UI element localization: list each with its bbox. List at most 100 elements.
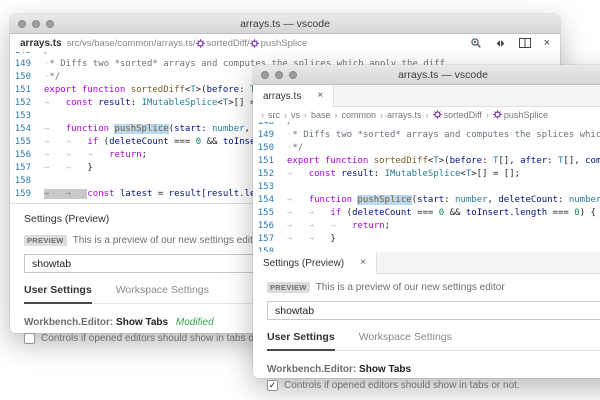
tab-user-settings[interactable]: User Settings: [267, 329, 335, 351]
breadcrumb-item[interactable]: common: [342, 110, 377, 120]
breadcrumb: › src › vs › base › common › arrays.ts ›…: [253, 107, 600, 122]
line-number: 156: [253, 220, 287, 233]
settings-tab-bar: Settings (Preview) ×: [253, 252, 600, 274]
settings-scope-tabs: User Settings Workspace Settings: [267, 329, 600, 351]
line-number: 150: [253, 142, 287, 155]
breadcrumb-item[interactable]: src: [268, 110, 280, 120]
code-line: 154→ function pushSplice(start: number, …: [253, 194, 600, 207]
settings-search-input[interactable]: showtab: [267, 301, 600, 320]
breadcrumb-symbol[interactable]: sortedDiff: [196, 38, 247, 49]
symbol-method-icon: [196, 39, 205, 48]
setting-row-show-tabs: Workbench.Editor: Show Tabs ✓ Controls i…: [267, 351, 600, 391]
setting-description-row: ✓ Controls if opened editors should show…: [267, 375, 600, 391]
breadcrumb-symbol[interactable]: pushSplice: [250, 38, 307, 49]
line-number: 151: [10, 84, 44, 97]
symbol-method-icon: [250, 39, 259, 48]
tab-workspace-settings[interactable]: Workspace Settings: [116, 282, 209, 303]
preview-badge: PREVIEW: [24, 235, 67, 246]
titlebar[interactable]: arrays.ts — vscode: [253, 65, 600, 85]
close-window-icon[interactable]: [261, 71, 269, 79]
diff-icon[interactable]: [495, 38, 506, 49]
line-text: → → }: [44, 162, 93, 175]
chevron-right-icon: ›: [486, 110, 489, 120]
settings-banner: PREVIEW This is a preview of our new set…: [267, 282, 600, 301]
breadcrumb-symbol-label: sortedDiff: [207, 38, 247, 49]
breadcrumb-filename[interactable]: arrays.ts: [20, 38, 62, 49]
traffic-lights: [261, 71, 297, 79]
zoom-window-icon[interactable]: [46, 20, 54, 28]
breadcrumb-item[interactable]: base: [311, 110, 331, 120]
setting-category: Workbench.Editor:: [267, 364, 356, 375]
breadcrumb-symbol-label: pushSplice: [504, 110, 548, 120]
line-number: 155: [10, 136, 44, 149]
code-line: 153: [253, 181, 600, 194]
setting-description: Controls if opened editors should show i…: [41, 333, 277, 344]
code-line: 151export function sortedDiff<T>(before:…: [253, 155, 600, 168]
tab-user-settings[interactable]: User Settings: [24, 282, 92, 304]
tab-label: Settings (Preview): [263, 258, 344, 269]
line-number: 159: [10, 188, 44, 201]
line-text: → const result: IMutableSplice<T>[] = []…: [287, 168, 520, 181]
close-window-icon[interactable]: [18, 20, 26, 28]
line-number: 152: [10, 97, 44, 110]
breadcrumb-symbol[interactable]: pushSplice: [493, 110, 548, 120]
banner-text: This is a preview of our new settings ed…: [316, 282, 505, 293]
chevron-right-icon: ›: [335, 110, 338, 120]
chevron-right-icon: ›: [380, 110, 383, 120]
line-text: → → if (deleteCount === 0 && toInsert.le…: [287, 207, 596, 220]
banner-text: This is a preview of our new settings ed…: [73, 235, 262, 246]
line-number: 157: [10, 162, 44, 175]
close-tab-icon[interactable]: ×: [317, 91, 323, 101]
split-editor-icon[interactable]: [519, 38, 531, 48]
breadcrumb-item[interactable]: vs: [291, 110, 300, 120]
setting-name: Show Tabs: [116, 317, 168, 328]
line-number: 152: [253, 168, 287, 181]
chevron-right-icon: ›: [426, 110, 429, 120]
breadcrumb-symbol[interactable]: sortedDiff: [433, 110, 482, 120]
line-number: 158: [10, 175, 44, 188]
line-text: → → → return;: [44, 149, 147, 162]
chevron-right-icon: ›: [284, 110, 287, 120]
editor-title-breadcrumb: arrays.ts src/vs/base/common/arrays.ts/ …: [10, 34, 560, 52]
line-text: → const result: IMutableSplice<T>[] = []…: [44, 97, 277, 110]
line-number: 150: [10, 71, 44, 84]
line-text: ·*/: [44, 71, 60, 84]
breadcrumb-path[interactable]: src/vs/base/common/arrays.ts/: [67, 38, 196, 49]
line-number: 154: [253, 194, 287, 207]
line-text: ·*/: [287, 142, 303, 155]
minimize-window-icon[interactable]: [32, 20, 40, 28]
line-text: export function sortedDiff<T>(before: T[…: [287, 155, 600, 168]
line-text: /**: [287, 122, 303, 129]
line-number: 149: [253, 129, 287, 142]
code-line: 148/**: [253, 122, 600, 129]
vscode-window-tabs-shown: arrays.ts — vscode arrays.ts × › src › v…: [253, 65, 600, 378]
settings-editor: PREVIEW This is a preview of our new set…: [253, 274, 600, 391]
line-number: 154: [10, 123, 44, 136]
code-line: 155→ → if (deleteCount === 0 && toInsert…: [253, 207, 600, 220]
tab-workspace-settings[interactable]: Workspace Settings: [359, 329, 452, 350]
line-number: 155: [253, 207, 287, 220]
search-icon[interactable]: [470, 37, 482, 49]
line-number: 157: [253, 233, 287, 246]
close-editor-icon[interactable]: ×: [544, 38, 550, 49]
show-tabs-checkbox[interactable]: [24, 333, 35, 344]
breadcrumb-item[interactable]: arrays.ts: [387, 110, 422, 120]
line-number: 148: [253, 122, 287, 129]
code-line: 150·*/: [253, 142, 600, 155]
show-tabs-checkbox[interactable]: ✓: [267, 380, 278, 391]
code-line: 156→ → → return;: [253, 220, 600, 233]
window-title: arrays.ts — vscode: [398, 69, 488, 81]
code-line: 152→ const result: IMutableSplice<T>[] =…: [253, 168, 600, 181]
tab-settings-preview[interactable]: Settings (Preview) ×: [253, 252, 377, 274]
line-number: 151: [253, 155, 287, 168]
tab-label: arrays.ts: [263, 91, 301, 102]
symbol-method-icon: [493, 110, 502, 119]
close-tab-icon[interactable]: ×: [360, 258, 366, 268]
zoom-window-icon[interactable]: [289, 71, 297, 79]
chevron-right-icon: ›: [304, 110, 307, 120]
titlebar[interactable]: arrays.ts — vscode: [10, 14, 560, 34]
setting-header: Workbench.Editor: Show Tabs: [267, 364, 600, 375]
minimize-window-icon[interactable]: [275, 71, 283, 79]
tab-arrays-ts[interactable]: arrays.ts ×: [253, 85, 334, 107]
code-editor[interactable]: 148/**149·* Diffs two *sorted* arrays an…: [253, 122, 600, 252]
